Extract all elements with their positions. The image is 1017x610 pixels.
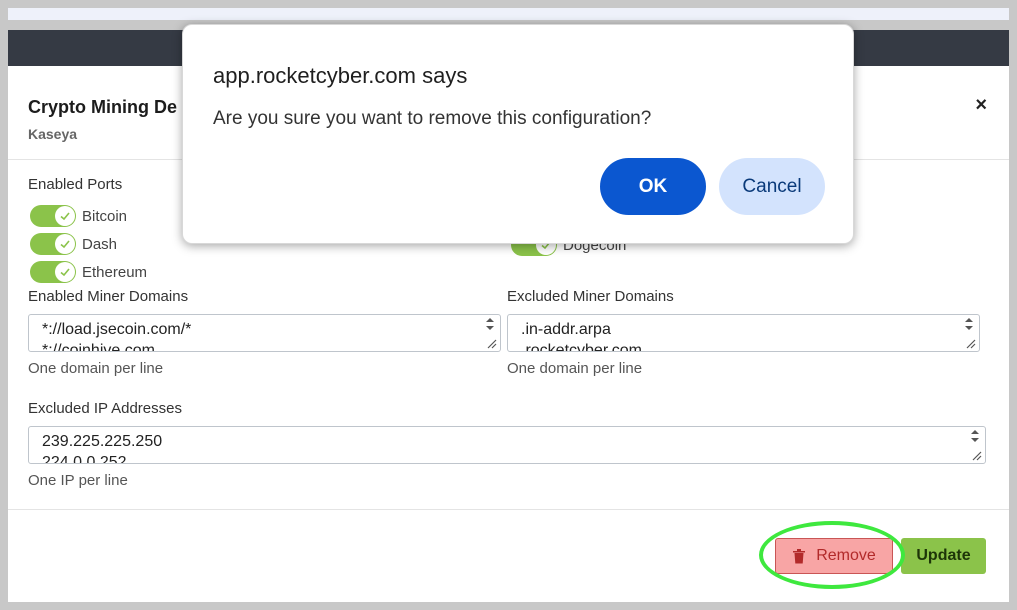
spinner-arrows-icon[interactable] xyxy=(969,429,981,443)
remove-button-label: Remove xyxy=(816,547,876,564)
update-button[interactable]: Update xyxy=(901,538,986,574)
port-label-dash: Dash xyxy=(82,235,118,253)
port-toggle-bitcoin[interactable]: Bitcoin xyxy=(30,205,127,227)
footer-divider xyxy=(8,509,1009,510)
toggle-switch[interactable] xyxy=(30,205,76,227)
excluded-ips-label: Excluded IP Addresses xyxy=(28,400,182,417)
dialog-title: app.rocketcyber.com says xyxy=(213,63,468,88)
resize-grip-icon[interactable] xyxy=(964,337,976,349)
remove-button[interactable]: Remove xyxy=(775,538,893,574)
spinner-arrows-icon[interactable] xyxy=(963,317,975,331)
background-page-strip xyxy=(8,8,1009,20)
resize-grip-icon[interactable] xyxy=(485,337,497,349)
textarea-line: 239.225.225.250 xyxy=(42,433,163,450)
textarea-line: *://load.jsecoin.com/* xyxy=(42,321,192,338)
modal-subtitle: Kaseya xyxy=(28,126,78,142)
textarea-line: .rocketcyber.com xyxy=(521,342,642,352)
dialog-message: Are you sure you want to remove this con… xyxy=(213,108,652,129)
close-icon[interactable]: × xyxy=(975,94,987,117)
enabled-domains-help: One domain per line xyxy=(28,360,164,377)
check-icon xyxy=(60,240,70,249)
textarea-line: 224.0.0.252 xyxy=(42,454,127,464)
toggle-switch[interactable] xyxy=(30,233,76,255)
confirm-dialog: app.rocketcyber.com says Are you sure yo… xyxy=(182,24,854,244)
modal-title: Crypto Mining De xyxy=(28,97,177,117)
enabled-domains-textarea[interactable]: *://load.jsecoin.com/* *://coinhive.com xyxy=(28,314,501,352)
textarea-line: .in-addr.arpa xyxy=(521,321,611,338)
excluded-domains-label: Excluded Miner Domains xyxy=(507,288,674,305)
enabled-ports-label: Enabled Ports xyxy=(28,176,123,193)
textarea-line: *://coinhive.com xyxy=(42,342,155,352)
toggle-switch[interactable] xyxy=(30,261,76,283)
cancel-button[interactable]: Cancel xyxy=(719,158,825,215)
excluded-ips-textarea[interactable]: 239.225.225.250 224.0.0.252 xyxy=(28,426,986,464)
enabled-domains-label: Enabled Miner Domains xyxy=(28,288,189,305)
port-label-bitcoin: Bitcoin xyxy=(82,207,128,225)
check-icon xyxy=(60,212,70,221)
port-toggle-dash[interactable]: Dash xyxy=(30,233,117,255)
excluded-domains-help: One domain per line xyxy=(507,360,643,377)
check-icon xyxy=(60,268,70,277)
excluded-ips-help: One IP per line xyxy=(28,472,128,489)
excluded-domains-textarea[interactable]: .in-addr.arpa .rocketcyber.com xyxy=(507,314,980,352)
ok-button[interactable]: OK xyxy=(600,158,706,215)
port-label-ethereum: Ethereum xyxy=(82,263,148,281)
resize-grip-icon[interactable] xyxy=(970,449,982,461)
trash-icon xyxy=(793,549,806,564)
spinner-arrows-icon[interactable] xyxy=(484,317,496,331)
port-toggle-ethereum[interactable]: Ethereum xyxy=(30,261,147,283)
